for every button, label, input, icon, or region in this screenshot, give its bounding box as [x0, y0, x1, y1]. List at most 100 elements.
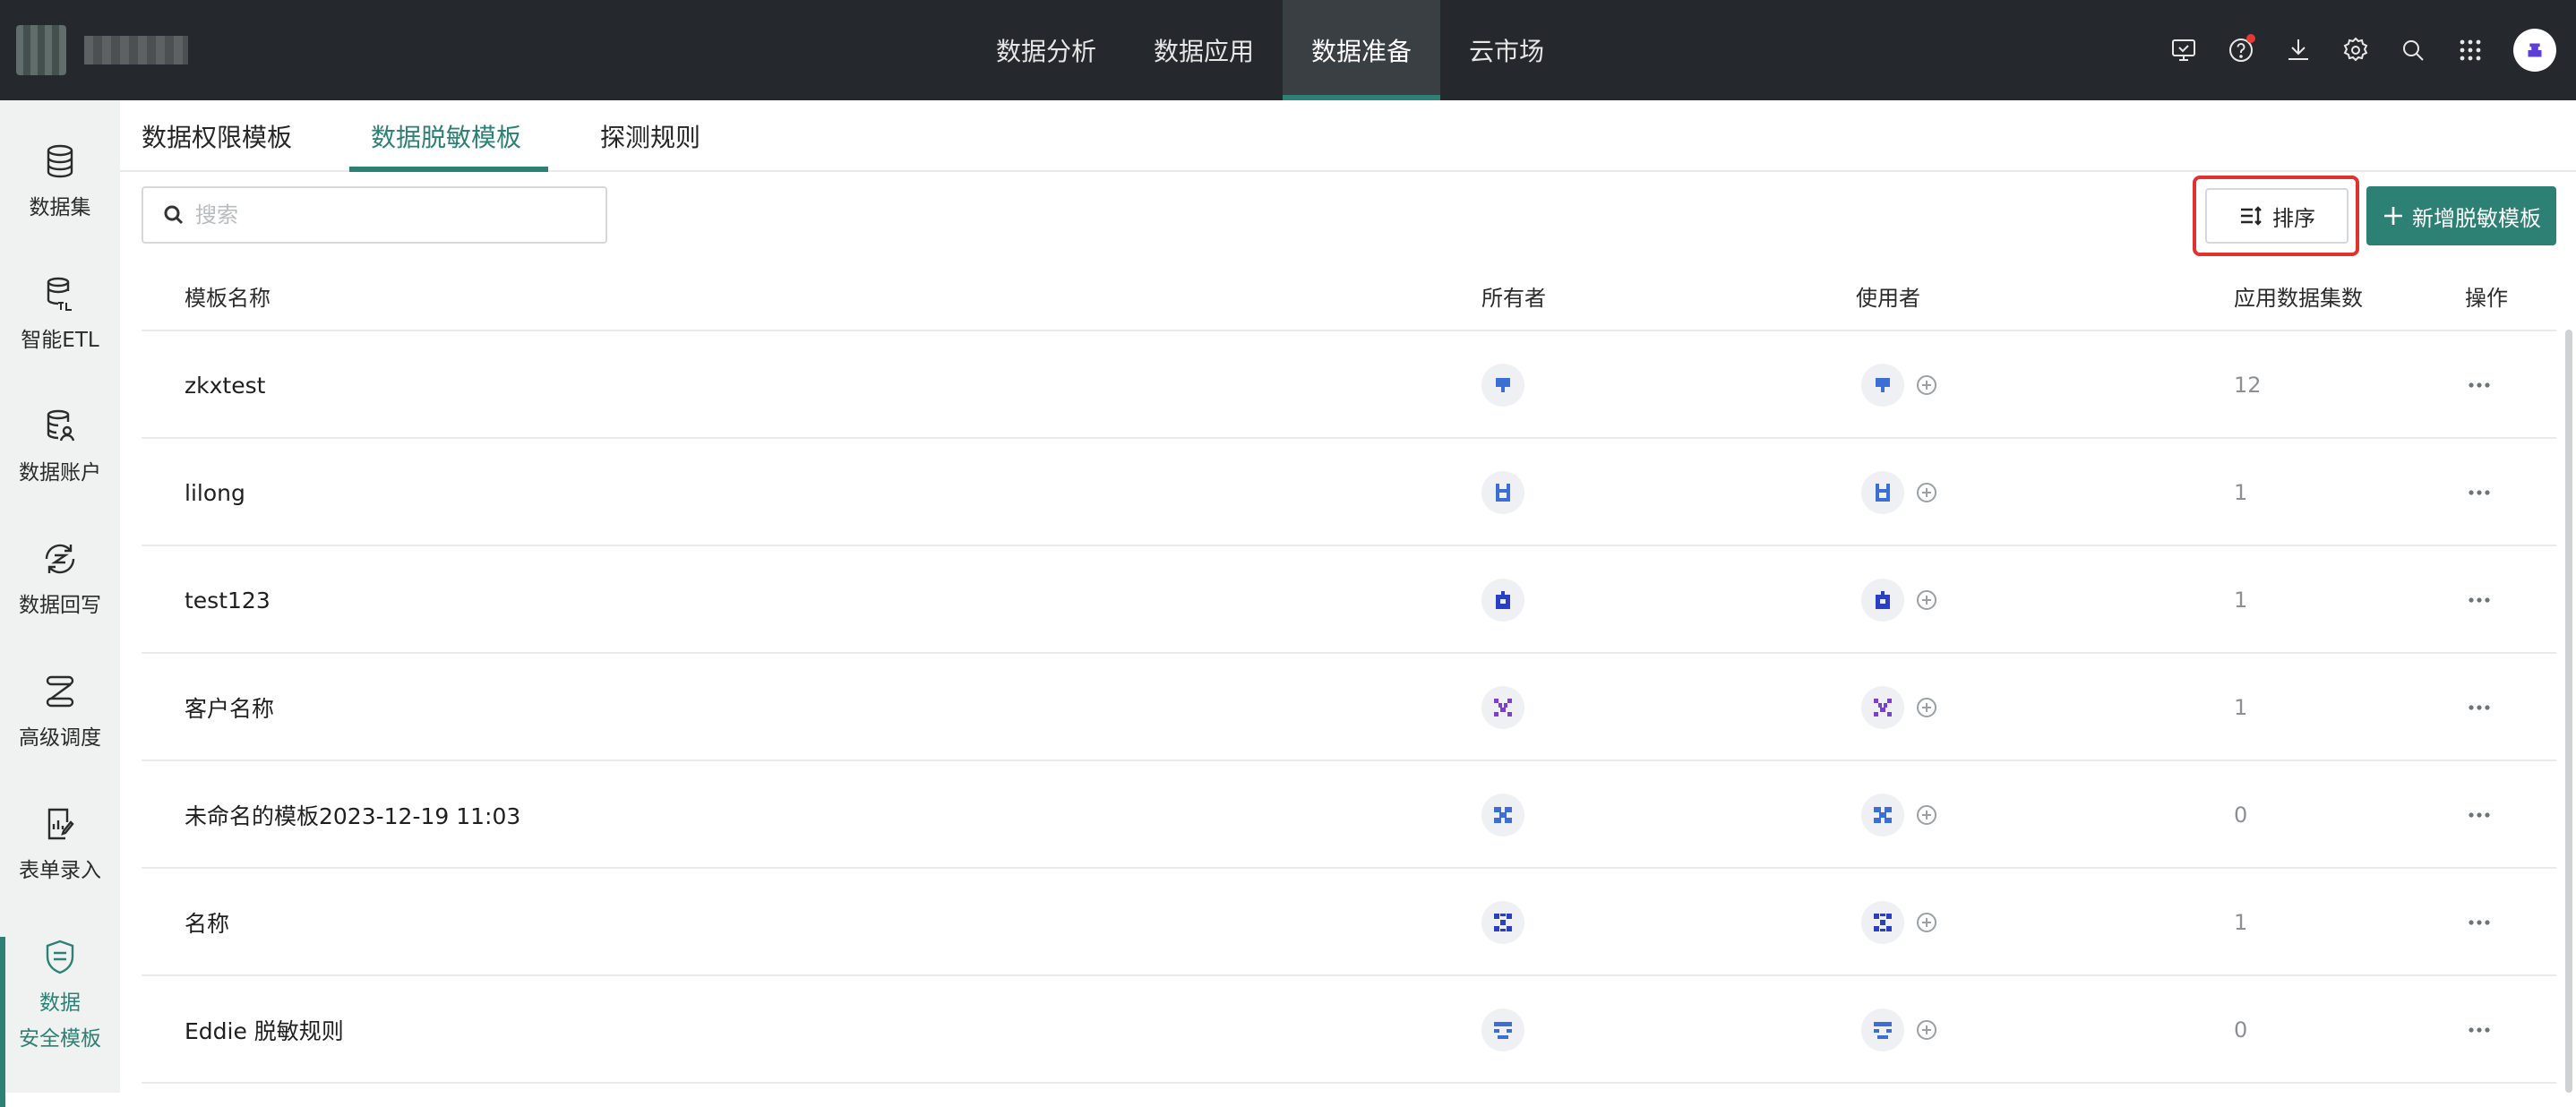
vertical-scrollbar[interactable] [2565, 330, 2572, 1093]
sidebar-item-label: 高级调度 [19, 726, 101, 750]
dataset-count: 12 [2234, 373, 2262, 398]
more-actions-icon[interactable] [2461, 797, 2497, 833]
sidebar-item-label: 数据回写 [19, 594, 101, 617]
sidebar-item-schedule[interactable]: 高级调度 [0, 672, 120, 756]
table-row[interactable]: 未命名的模板2023-12-19 11:03 0 [142, 761, 2556, 869]
sort-button[interactable]: 排序 [2205, 188, 2348, 244]
sidebar-item-label: 数据 安全模板 [19, 991, 101, 1051]
dataset-count: 0 [2234, 1017, 2248, 1043]
schedule-icon [46, 675, 74, 708]
table-header: 模板名称 所有者 使用者 应用数据集数 操作 [142, 260, 2556, 331]
users-cell [1861, 331, 1938, 439]
column-header-actions: 操作 [2465, 285, 2508, 311]
owner-avatar[interactable] [1481, 579, 1524, 622]
app-logo[interactable] [16, 25, 66, 75]
tab-permission-template[interactable]: 数据权限模板 [142, 100, 292, 172]
top-icon-group [2164, 0, 2556, 100]
tab-detection-rules[interactable]: 探测规则 [600, 100, 700, 172]
writeback-icon [45, 544, 75, 574]
main-nav: 数据分析 数据应用 数据准备 云市场 [967, 0, 1573, 100]
gear-icon[interactable] [2336, 30, 2375, 70]
nav-data-analysis[interactable]: 数据分析 [967, 0, 1125, 100]
template-name[interactable]: 未命名的模板2023-12-19 11:03 [185, 761, 520, 869]
download-icon[interactable] [2279, 30, 2318, 70]
search-icon[interactable] [2393, 30, 2433, 70]
nav-data-prep[interactable]: 数据准备 [1283, 0, 1441, 100]
security-template-icon [46, 940, 74, 974]
add-masking-template-button[interactable]: 新增脱敏模板 [2366, 186, 2556, 245]
user-avatar[interactable] [1861, 686, 1904, 729]
owner-cell [1481, 976, 1524, 1084]
column-header-users: 使用者 [1856, 285, 1920, 311]
sidebar: 数据集 智能ETL 数据账户 数据回写 高级调度 表单录入 数据 安全模板 [0, 100, 120, 1107]
nav-data-apps[interactable]: 数据应用 [1125, 0, 1283, 100]
help-icon[interactable] [2221, 30, 2261, 70]
database-icon [47, 144, 73, 178]
more-actions-icon[interactable] [2461, 690, 2497, 725]
table-row[interactable]: zkxtest 12 [142, 331, 2556, 439]
actions-cell [2461, 439, 2497, 546]
sidebar-item-security-template[interactable]: 数据 安全模板 [0, 937, 120, 1057]
table-row[interactable]: lilong 1 [142, 439, 2556, 546]
template-name[interactable]: zkxtest [185, 331, 265, 439]
user-avatar[interactable] [1861, 579, 1904, 622]
more-actions-icon[interactable] [2461, 905, 2497, 940]
nav-cloud-market[interactable]: 云市场 [1440, 0, 1573, 100]
table-row[interactable]: Eddie 脱敏规则 0 [142, 976, 2556, 1084]
plus-icon [2384, 207, 2402, 225]
user-avatar[interactable] [1861, 471, 1904, 514]
apps-grid-icon[interactable] [2451, 30, 2490, 70]
table-row[interactable]: 客户名称 1 [142, 654, 2556, 761]
add-user-icon[interactable] [1915, 803, 1938, 827]
search-icon [164, 205, 184, 225]
more-actions-icon[interactable] [2461, 582, 2497, 618]
owner-avatar[interactable] [1481, 901, 1524, 944]
search-input[interactable] [195, 202, 589, 227]
template-name[interactable]: 客户名称 [185, 654, 274, 761]
table-row[interactable]: test123 1 [142, 546, 2556, 654]
owner-avatar[interactable] [1481, 1008, 1524, 1051]
sidebar-item-data-account[interactable]: 数据账户 [0, 407, 120, 491]
user-avatar[interactable] [1861, 794, 1904, 837]
add-user-icon[interactable] [1915, 911, 1938, 934]
tab-masking-template[interactable]: 数据脱敏模板 [371, 100, 521, 172]
add-user-icon[interactable] [1915, 588, 1938, 612]
template-name[interactable]: lilong [185, 439, 245, 546]
add-user-icon[interactable] [1915, 373, 1938, 397]
owner-cell [1481, 869, 1524, 976]
owner-avatar[interactable] [1481, 794, 1524, 837]
users-cell [1861, 546, 1938, 654]
sidebar-item-etl[interactable]: 智能ETL [0, 274, 120, 358]
table-row[interactable]: 名称 1 [142, 869, 2556, 976]
user-avatar[interactable] [1861, 364, 1904, 407]
sidebar-item-writeback[interactable]: 数据回写 [0, 539, 120, 623]
owner-avatar[interactable] [1481, 364, 1524, 407]
sidebar-item-form-entry[interactable]: 表单录入 [0, 804, 120, 888]
column-header-dataset-count: 应用数据集数 [2234, 285, 2363, 311]
owner-cell [1481, 331, 1524, 439]
active-tab-underline [349, 167, 548, 172]
app-name-blurred [84, 36, 188, 64]
avatar[interactable] [2513, 29, 2556, 72]
dataset-count: 1 [2234, 480, 2248, 505]
template-name[interactable]: test123 [185, 546, 270, 654]
add-user-icon[interactable] [1915, 696, 1938, 719]
more-actions-icon[interactable] [2461, 367, 2497, 403]
user-avatar[interactable] [1861, 1008, 1904, 1051]
dataset-count: 1 [2234, 588, 2248, 613]
add-button-label: 新增脱敏模板 [2412, 205, 2541, 231]
add-user-icon[interactable] [1915, 481, 1938, 504]
template-name[interactable]: 名称 [185, 869, 229, 976]
search-box[interactable] [142, 186, 607, 244]
more-actions-icon[interactable] [2461, 475, 2497, 511]
template-name[interactable]: Eddie 脱敏规则 [185, 976, 344, 1084]
data-account-icon [47, 409, 75, 442]
owner-avatar[interactable] [1481, 686, 1524, 729]
owner-avatar[interactable] [1481, 471, 1524, 514]
sidebar-item-dataset[interactable]: 数据集 [0, 142, 120, 226]
actions-cell [2461, 654, 2497, 761]
user-avatar[interactable] [1861, 901, 1904, 944]
add-user-icon[interactable] [1915, 1018, 1938, 1042]
monitor-icon[interactable] [2164, 30, 2203, 70]
more-actions-icon[interactable] [2461, 1012, 2497, 1048]
